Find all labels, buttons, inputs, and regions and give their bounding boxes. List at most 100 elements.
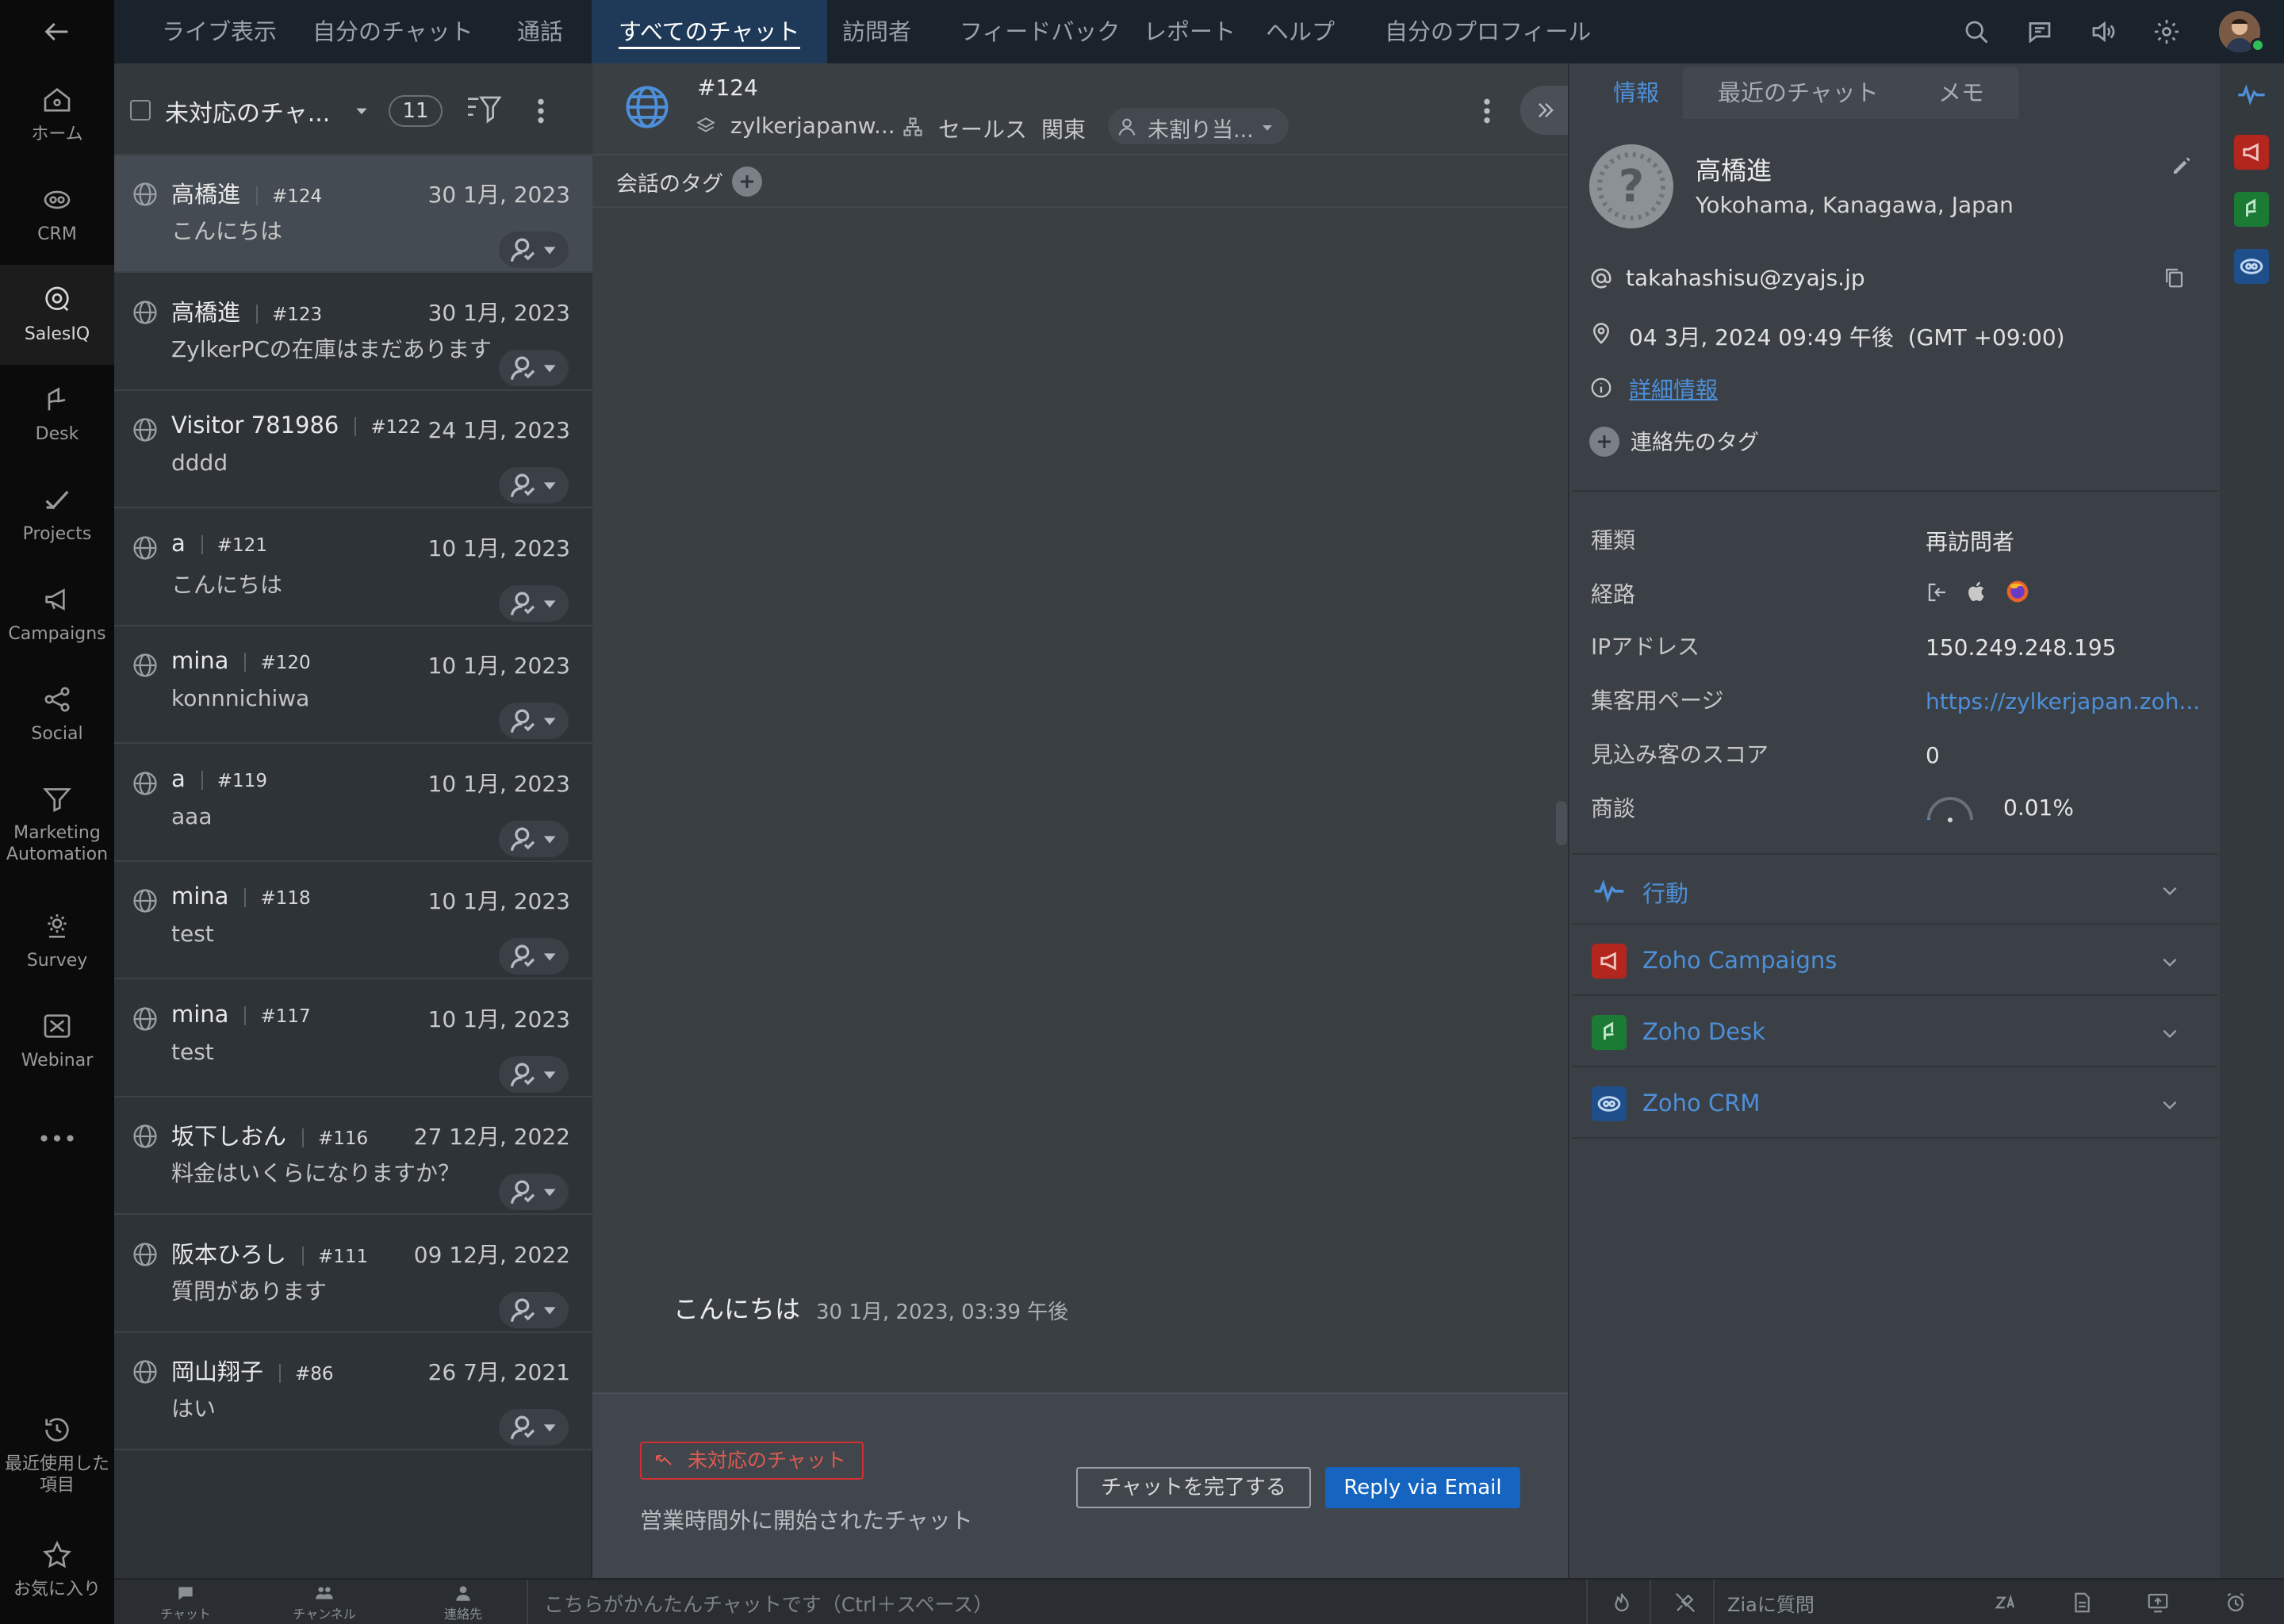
chat-list-item[interactable]: mina #120 10 1月, 2023 konnnichiwa <box>114 626 592 744</box>
speaker-icon[interactable] <box>2089 17 2117 46</box>
assign-button[interactable] <box>499 1291 569 1328</box>
rail-item-webinar[interactable]: Webinar <box>0 991 114 1091</box>
chat-list-item[interactable]: 高橋進 #123 30 1月, 2023 ZylkerPCの在庫はまだあります <box>114 273 592 391</box>
more-apps-button[interactable]: ••• <box>0 1126 114 1152</box>
rail-item-home[interactable]: ホーム <box>0 65 114 165</box>
gear-icon[interactable] <box>2152 17 2181 46</box>
assign-button[interactable] <box>499 584 569 622</box>
panel-resize-handle[interactable] <box>1556 801 1567 845</box>
chat-list-item[interactable]: mina #117 10 1月, 2023 test <box>114 979 592 1097</box>
survey-icon <box>48 914 67 938</box>
chat-bubble-icon[interactable] <box>2025 17 2054 46</box>
desk-icon[interactable] <box>2234 192 2269 227</box>
status-badge: 未対応のチャット <box>640 1442 864 1480</box>
section-zoho-crm[interactable]: Zoho CRM <box>1573 1069 2218 1139</box>
more-options-icon[interactable] <box>1481 95 1493 127</box>
back-arrow-icon[interactable] <box>41 16 73 48</box>
salesiq-icon <box>45 286 69 312</box>
collapse-panel-button[interactable] <box>1520 86 1568 135</box>
filter-icon[interactable] <box>465 94 503 128</box>
section-zoho-desk[interactable]: Zoho Desk <box>1573 998 2218 1067</box>
bottom-channel-button[interactable]: チャンネル <box>281 1580 368 1624</box>
megaphone-icon <box>45 588 65 611</box>
chat-list-item[interactable]: mina #118 10 1月, 2023 test <box>114 862 592 979</box>
complete-chat-button[interactable]: チャットを完了する <box>1076 1467 1311 1508</box>
tab-my-chats[interactable]: 自分のチャット <box>286 0 500 63</box>
document-icon[interactable] <box>2070 1591 2094 1614</box>
add-contact-tag-button[interactable] <box>1589 427 1619 457</box>
section-title: 行動 <box>1642 880 1689 907</box>
rail-item-projects[interactable]: Projects <box>0 465 114 565</box>
tab-calls[interactable]: 通話 <box>490 0 590 63</box>
crm-icon[interactable] <box>2234 249 2269 284</box>
assign-button[interactable] <box>499 1174 569 1210</box>
plug-off-icon[interactable] <box>1673 1591 1697 1614</box>
section-activity[interactable]: 行動 <box>1573 855 2218 925</box>
assign-button[interactable] <box>499 820 569 857</box>
tab-help[interactable]: ヘルプ <box>1239 0 1362 63</box>
assign-user-icon <box>510 827 556 851</box>
chat-list-item[interactable]: Visitor 781986 #122 24 1月, 2023 dddd <box>114 391 592 508</box>
rail-item-favorites[interactable]: お気に入り <box>0 1522 114 1618</box>
assign-button[interactable] <box>499 938 569 975</box>
chat-id: #120 <box>260 653 311 673</box>
zia-icon[interactable] <box>1994 1591 2018 1614</box>
rail-item-desk[interactable]: Desk <box>0 365 114 465</box>
copy-icon[interactable] <box>2162 265 2186 290</box>
reply-via-email-button[interactable]: Reply via Email <box>1325 1467 1520 1508</box>
campaigns-icon[interactable] <box>2234 135 2269 170</box>
tab-my-profile[interactable]: 自分のプロフィール <box>1358 0 1618 63</box>
visitor-name-text: mina <box>171 883 229 910</box>
assign-button[interactable] <box>499 349 569 386</box>
rail-item-marketing-automation[interactable]: Marketing Automation <box>0 764 114 883</box>
activity-icon[interactable] <box>2236 78 2267 109</box>
select-all-checkbox[interactable] <box>130 100 151 121</box>
tab-all-chats[interactable]: すべてのチャット <box>592 0 827 63</box>
rail-item-survey[interactable]: Survey <box>0 891 114 991</box>
chat-list-item[interactable]: 坂下しおん #116 27 12月, 2022 料金はいくらになりますか？ <box>114 1097 592 1215</box>
tab-visitors[interactable]: 訪問者 <box>815 0 938 63</box>
assign-button[interactable] <box>499 1409 569 1446</box>
separator <box>302 1128 305 1147</box>
chat-filter-dropdown[interactable]: 未対応のチャ... <box>165 94 330 128</box>
assign-button[interactable] <box>499 703 569 739</box>
search-icon[interactable] <box>1962 17 1991 46</box>
campaigns-icon <box>1592 944 1627 979</box>
tab-recent-chats[interactable]: 最近のチャット <box>1683 67 1914 119</box>
quick-chat-input[interactable]: こちらがかんたんチャットです（Ctrl＋スペース） <box>544 1589 993 1618</box>
chevron-down-icon[interactable] <box>354 103 370 119</box>
add-tag-button[interactable] <box>732 167 762 197</box>
alarm-icon[interactable] <box>2224 1591 2248 1614</box>
assign-button[interactable] <box>499 1055 569 1093</box>
rail-item-campaigns[interactable]: Campaigns <box>0 565 114 665</box>
section-zoho-campaigns[interactable]: Zoho Campaigns <box>1573 926 2218 996</box>
chat-list-item[interactable]: 阪本ひろし #111 09 12月, 2022 質問があります <box>114 1215 592 1333</box>
more-options-icon[interactable] <box>535 95 547 127</box>
rail-item-label: 最近使用した項目 <box>4 1454 109 1496</box>
landing-page-link[interactable]: https://zylkerjapan.zoh... <box>1926 688 2200 714</box>
chevron-down-icon <box>2163 1101 2177 1110</box>
rail-item-social[interactable]: Social <box>0 665 114 764</box>
assign-button[interactable] <box>499 467 569 504</box>
tab-info[interactable]: 情報 <box>1578 67 1695 119</box>
chat-list-item[interactable]: a #119 10 1月, 2023 aaa <box>114 744 592 862</box>
chat-list-item[interactable]: 岡山翔子 #86 26 7月, 2021 はい <box>114 1333 592 1450</box>
ask-zia-button[interactable]: Ziaに質問 <box>1727 1589 1815 1617</box>
details-link[interactable]: 詳細情報 <box>1629 373 1718 404</box>
rail-item-salesiq[interactable]: SalesIQ <box>0 265 114 365</box>
edit-icon[interactable] <box>2170 154 2194 178</box>
screen-share-icon[interactable] <box>2146 1591 2170 1614</box>
assign-button[interactable] <box>499 232 569 268</box>
fire-icon[interactable] <box>1610 1591 1634 1614</box>
chat-id: #124 <box>272 186 323 207</box>
chat-list-item[interactable]: a #121 10 1月, 2023 こんにちは <box>114 508 592 626</box>
tab-feedback[interactable]: フィードバック <box>933 0 1147 63</box>
tab-live-view[interactable]: ライブ表示 <box>135 0 304 63</box>
bottom-chat-button[interactable]: チャット <box>146 1580 225 1624</box>
chat-list-item[interactable]: 高橋進 #124 30 1月, 2023 こんにちは <box>114 155 592 273</box>
rail-item-crm[interactable]: CRM <box>0 165 114 265</box>
assignee-dropdown[interactable]: 未割り当... <box>1108 108 1289 144</box>
tab-notes[interactable]: メモ <box>1903 67 2020 119</box>
bottom-contacts-button[interactable]: 連絡先 <box>423 1580 503 1624</box>
rail-item-recent[interactable]: 最近使用した項目 <box>0 1396 114 1515</box>
